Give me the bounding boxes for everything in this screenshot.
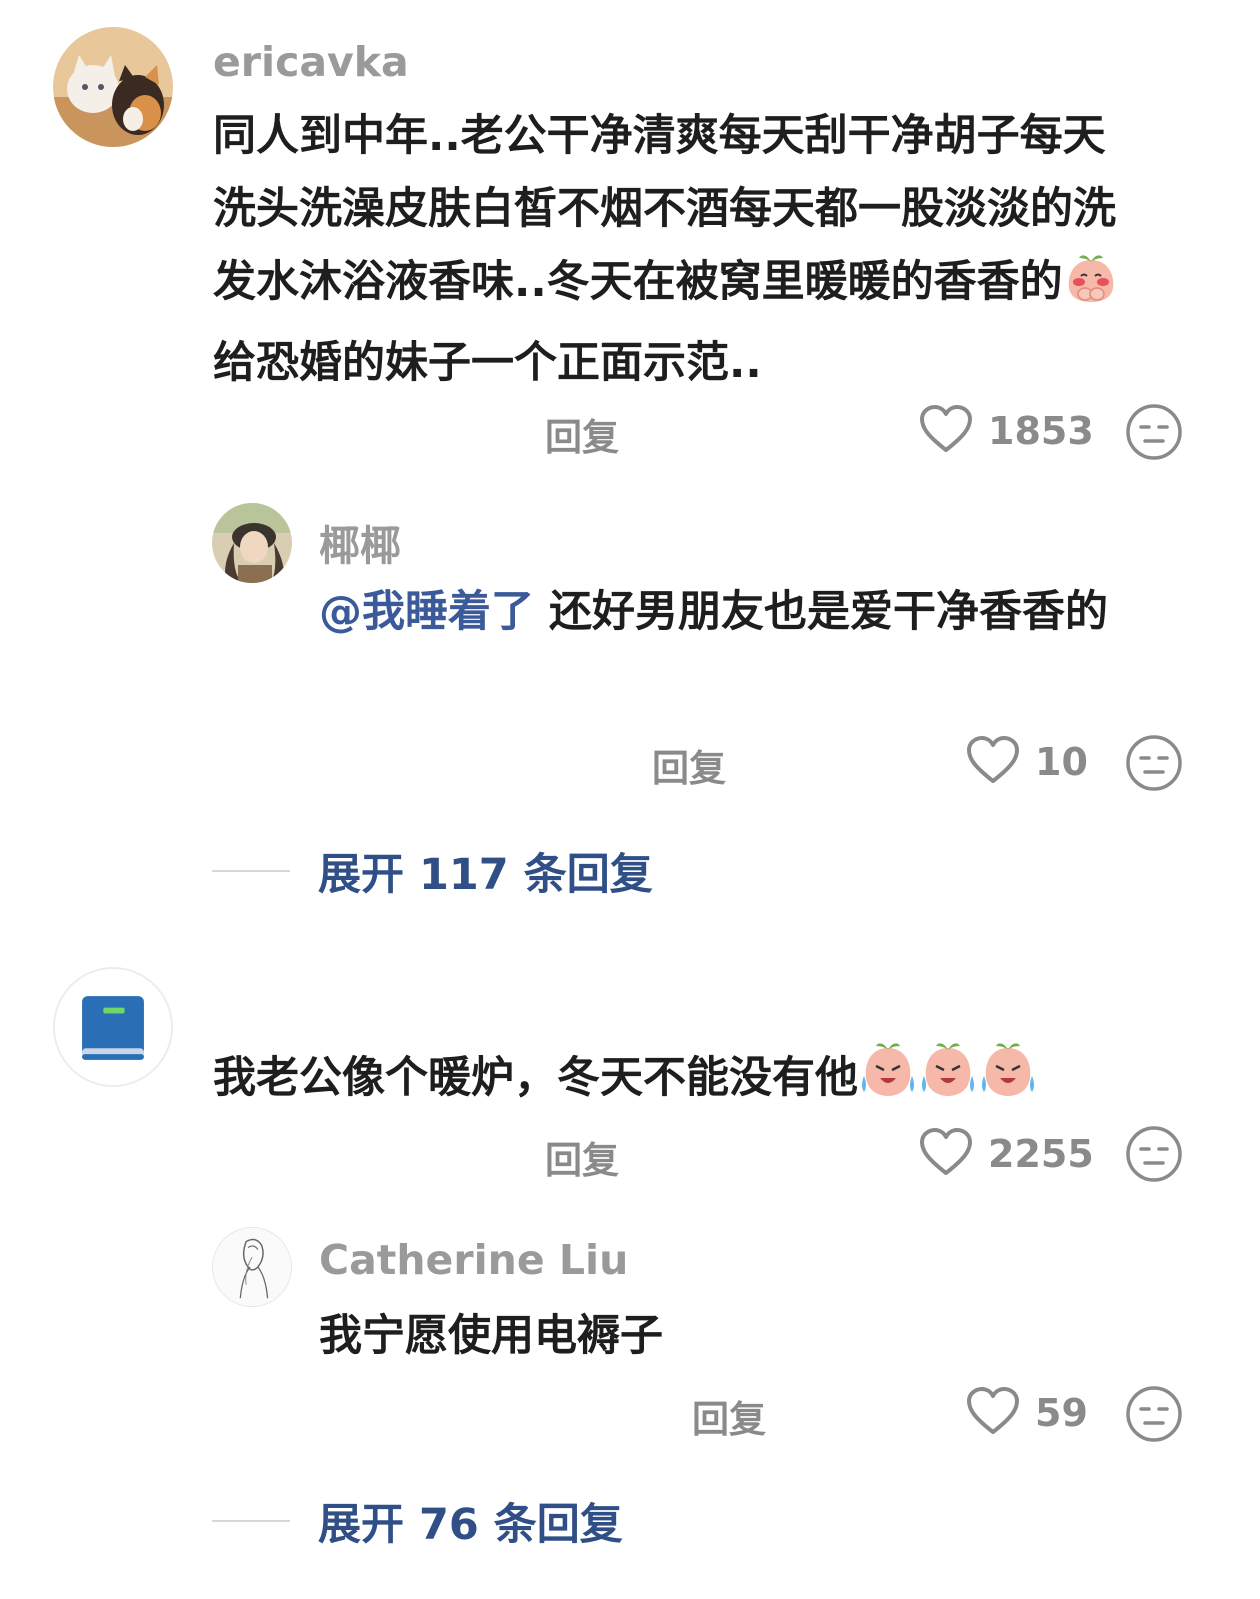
reply-button[interactable]: 回复 (692, 1389, 766, 1443)
reply-text-part: 我宁愿使用电褥子 (319, 1311, 663, 1361)
reply-button[interactable]: 回复 (545, 1130, 619, 1184)
like-count: 1853 (988, 409, 1094, 453)
neutral-face-icon[interactable] (1125, 1385, 1183, 1447)
like-count: 2255 (988, 1132, 1094, 1176)
reply-username[interactable]: Catherine Liu (319, 1236, 628, 1284)
heart-outline-icon (965, 734, 1021, 790)
divider-line (212, 1520, 290, 1522)
comment-username[interactable]: ericavka (213, 38, 409, 86)
heart-outline-icon (918, 1126, 974, 1182)
blushing-peach-emoji (1063, 252, 1119, 327)
crying-peach-emoji (858, 1040, 1038, 1123)
avatar-catherine-liu[interactable] (212, 1227, 292, 1307)
reply-text-part: 还好男朋友也是爱干净香香的 (534, 587, 1108, 637)
expand-replies-label: 展开 76 条回复 (318, 1500, 623, 1550)
avatar-yeye[interactable] (212, 503, 292, 583)
comment-text: 同人到中年..老公干净清爽每天刮干净胡子每天洗头洗澡皮肤白皙不烟不酒每天都一股淡… (213, 100, 1133, 400)
like-button[interactable]: 2255 (918, 1126, 1094, 1182)
comment-text-part: 我老公像个暖炉，冬天不能没有他 (213, 1053, 858, 1103)
like-count: 59 (1035, 1391, 1088, 1435)
heart-outline-icon (965, 1385, 1021, 1441)
reply-username[interactable]: 椰椰 (319, 512, 401, 572)
reply-button[interactable]: 回复 (652, 738, 726, 792)
comment-text-part: 同人到中年..老公干净清爽每天刮干净胡子每天洗头洗澡皮肤白皙不烟不酒每天都一股淡… (213, 111, 1116, 307)
like-button[interactable]: 59 (965, 1385, 1088, 1441)
expand-replies-button[interactable]: 展开 76 条回复 (212, 1490, 623, 1552)
neutral-face-icon[interactable] (1125, 403, 1183, 465)
avatar-ericavka[interactable] (53, 27, 173, 147)
neutral-face-icon[interactable] (1125, 1125, 1183, 1187)
reply-text: @我睡着了 还好男朋友也是爱干净香香的 (319, 576, 1129, 649)
comment-text-part: 给恐婚的妹子一个正面示范.. (213, 338, 762, 388)
avatar-book[interactable] (53, 967, 173, 1087)
like-button[interactable]: 10 (965, 734, 1088, 790)
neutral-face-icon[interactable] (1125, 734, 1183, 796)
like-count: 10 (1035, 740, 1088, 784)
comment-text: 我老公像个暖炉，冬天不能没有他 (213, 1040, 1213, 1123)
expand-replies-button[interactable]: 展开 117 条回复 (212, 840, 653, 902)
heart-outline-icon (918, 403, 974, 459)
expand-replies-label: 展开 117 条回复 (318, 850, 653, 900)
reply-button[interactable]: 回复 (545, 407, 619, 461)
reply-text: 我宁愿使用电褥子 (319, 1300, 1129, 1373)
like-button[interactable]: 1853 (918, 403, 1094, 459)
divider-line (212, 870, 290, 872)
mention-link[interactable]: @我睡着了 (319, 587, 534, 637)
